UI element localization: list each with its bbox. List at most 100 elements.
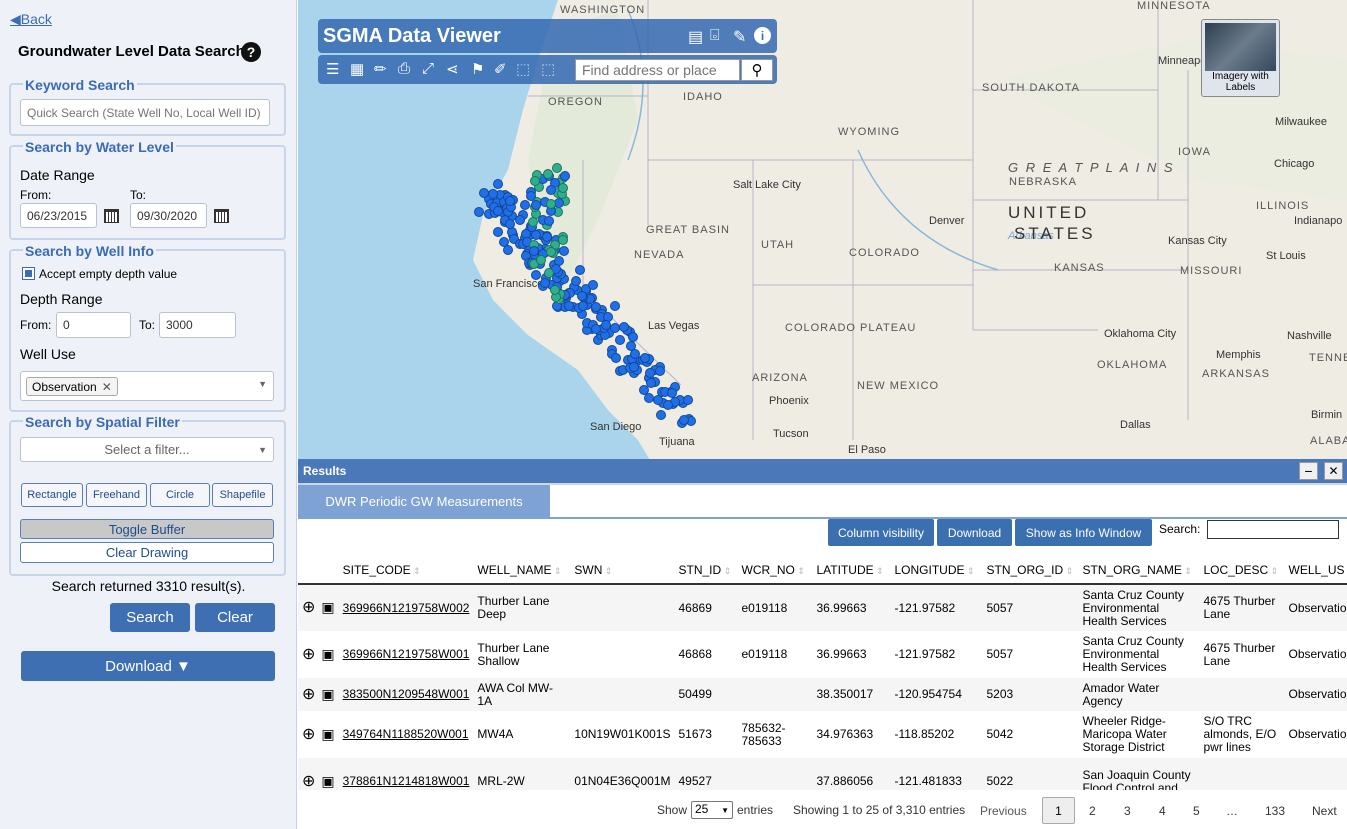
well-marker[interactable] (558, 246, 569, 257)
well-marker[interactable] (528, 216, 539, 227)
share-icon[interactable]: ⋖ (446, 60, 459, 78)
keyword-search-input[interactable] (20, 99, 270, 126)
column-header[interactable]: LATITUDE ⇕ (812, 556, 891, 585)
page-5[interactable]: 5 (1193, 804, 1200, 818)
clear-select-icon[interactable]: ⬚ (541, 60, 555, 78)
sort-icon[interactable]: ⇕ (965, 566, 975, 576)
clear-button[interactable]: Clear (195, 603, 275, 632)
sort-icon[interactable]: ⇕ (602, 566, 613, 576)
map-view-icon[interactable]: ▣ (321, 599, 334, 615)
well-marker[interactable] (640, 352, 651, 363)
page-3[interactable]: 3 (1124, 804, 1131, 818)
well-marker[interactable] (577, 300, 588, 311)
calendar-from-icon[interactable] (104, 209, 119, 223)
results-download-button[interactable]: Download (937, 519, 1012, 546)
download-button[interactable]: Download ▼ (21, 651, 275, 681)
well-marker[interactable] (628, 331, 639, 342)
toggle-buffer-button[interactable]: Toggle Buffer (20, 519, 274, 539)
clear-drawing-button[interactable]: Clear Drawing (20, 542, 274, 563)
map-view[interactable]: Arkansas WASHINGTON OREGON IDAHO NEVADA UTAH… (298, 0, 1347, 460)
presentation-icon[interactable]: ⌻ (710, 27, 720, 45)
table-row[interactable]: ⊕ ▣ 383500N1209548W001 AWA Col MW-1A 50499 38… (298, 678, 1347, 711)
measure-icon[interactable]: ✏ (374, 60, 387, 78)
well-marker[interactable] (545, 184, 556, 195)
well-marker[interactable] (519, 199, 530, 210)
zoom-to-icon[interactable]: ⊕ (302, 686, 315, 703)
column-header[interactable]: LOC_DESC ⇕ (1199, 556, 1285, 585)
rectangle-button[interactable]: Rectangle (21, 483, 83, 507)
table-search-input[interactable] (1207, 520, 1339, 539)
table-row[interactable]: ⊕ ▣ 378861N1214818W001 MRL-2W 01N04E36Q001M 4… (298, 758, 1347, 790)
date-from-input[interactable]: 06/23/2015 (20, 203, 97, 228)
well-marker[interactable] (591, 323, 601, 334)
column-header[interactable]: STN_ORG_NAME ⇕ (1078, 556, 1200, 585)
map-view-icon[interactable]: ▣ (321, 686, 334, 702)
circle-button[interactable]: Circle (150, 483, 210, 507)
accept-empty-checkbox[interactable] (22, 267, 35, 280)
table-row[interactable]: ⊕ ▣ 369966N1219758W001 Thurber Lane Shallow… (298, 631, 1347, 678)
well-marker[interactable] (546, 246, 557, 257)
column-header[interactable]: WCR_NO ⇕ (737, 556, 813, 585)
column-header[interactable]: SWN ⇕ (570, 556, 675, 585)
well-marker[interactable] (530, 200, 541, 211)
print-icon[interactable]: ⎙ (398, 60, 410, 77)
well-marker[interactable] (474, 207, 484, 217)
column-header[interactable]: WELL_NAME ⇕ (473, 556, 571, 585)
column-header[interactable]: WELL_US (1284, 556, 1347, 585)
search-button[interactable]: Search (110, 603, 190, 632)
address-search-input[interactable] (575, 59, 740, 81)
sort-icon[interactable]: ⇕ (721, 566, 732, 576)
well-marker[interactable] (487, 188, 498, 199)
sort-icon[interactable]: ⇕ (874, 566, 884, 576)
edit-icon[interactable]: ✎ (733, 27, 746, 47)
well-marker[interactable] (505, 218, 516, 229)
grid-icon[interactable]: ▦ (350, 60, 364, 78)
info-window-button[interactable]: Show as Info Window (1015, 519, 1152, 546)
tab-dwr-periodic[interactable]: DWR Periodic GW Measurements (298, 485, 550, 517)
calendar-to-icon[interactable] (214, 209, 229, 223)
table-cell[interactable]: 378861N1214818W001 (338, 758, 474, 790)
well-marker[interactable] (543, 215, 554, 226)
well-marker[interactable] (646, 377, 657, 388)
close-icon[interactable]: ✕ (1324, 462, 1343, 480)
column-header[interactable]: SITE_CODE ⇕ (338, 556, 474, 585)
document-icon[interactable]: ▤ (688, 27, 703, 47)
draw-icon[interactable]: ✐ (494, 60, 507, 78)
sort-icon[interactable]: ⇕ (411, 566, 421, 576)
well-use-select[interactable]: Observation ✕ ▼ (20, 371, 274, 401)
well-marker[interactable] (610, 301, 621, 311)
list-icon[interactable]: ☰ (326, 60, 339, 78)
basemap-toggle[interactable]: Imagery with Labels (1201, 19, 1280, 97)
bookmark-icon[interactable]: ⚑ (471, 60, 484, 78)
well-marker[interactable] (574, 265, 585, 276)
back-link[interactable]: ◀Back (10, 11, 52, 28)
well-marker[interactable] (493, 206, 503, 216)
spatial-filter-select[interactable]: Select a filter... ▼ (20, 437, 274, 462)
well-marker[interactable] (543, 267, 554, 278)
page-length-select[interactable]: 25 ▼ (691, 801, 733, 819)
select-icon[interactable]: ⬚ (516, 60, 530, 78)
info-icon[interactable]: i (754, 27, 771, 44)
well-marker[interactable] (576, 290, 587, 301)
next-page[interactable]: Next (1312, 804, 1337, 818)
sort-icon[interactable]: ⇕ (1268, 566, 1279, 576)
table-row[interactable]: ⊕ ▣ 349764N1188520W001 MW4A 10N19W01K001S 516… (298, 711, 1347, 758)
table-cell[interactable]: 383500N1209548W001 (338, 678, 474, 711)
well-marker[interactable] (557, 234, 568, 245)
column-header[interactable]: STN_ID ⇕ (674, 556, 738, 585)
well-marker[interactable] (542, 168, 553, 179)
sort-icon[interactable]: ⇕ (1063, 566, 1074, 576)
previous-page[interactable]: Previous (980, 804, 1027, 818)
table-cell[interactable]: 369966N1219758W002 (338, 584, 474, 631)
table-cell[interactable]: 349764N1188520W001 (339, 711, 474, 758)
column-header[interactable]: LONGITUDE ⇕ (890, 556, 983, 585)
zoom-to-icon[interactable]: ⊕ (302, 726, 315, 743)
table-cell[interactable]: 369966N1219758W001 (339, 631, 474, 678)
column-header[interactable]: STN_ORG_ID ⇕ (982, 556, 1079, 585)
page-2[interactable]: 2 (1089, 804, 1096, 818)
well-marker[interactable] (530, 270, 541, 281)
map-view-icon[interactable]: ▣ (321, 773, 334, 789)
page-1[interactable]: 1 (1042, 797, 1075, 824)
map-view-icon[interactable]: ▣ (321, 646, 334, 662)
well-marker[interactable] (503, 245, 513, 255)
